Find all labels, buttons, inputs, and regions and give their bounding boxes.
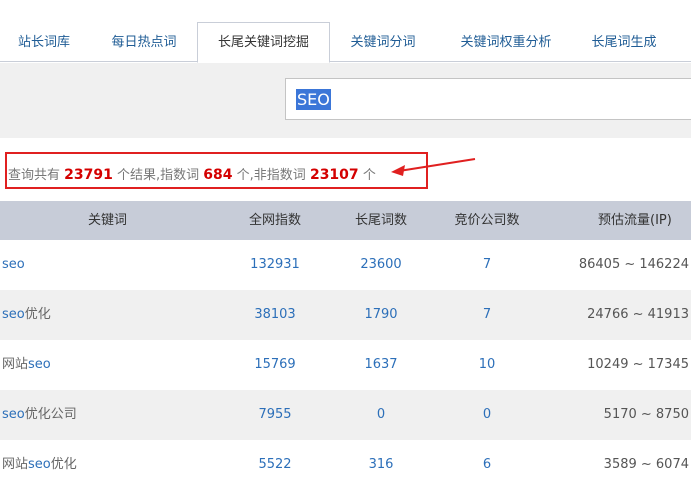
table-row: seo优化 38103 1790 7 24766 ~ 41913	[0, 290, 691, 340]
column-header-bidders[interactable]: 竞价公司数	[437, 201, 537, 240]
traffic-range: 10249 ~ 17345	[587, 357, 689, 372]
table-row: 网站seo优化 5522 316 6 3589 ~ 6074	[0, 440, 691, 482]
keyword-link[interactable]: 网站seo	[2, 340, 51, 390]
index-value[interactable]: 15769	[225, 340, 325, 390]
traffic-range: 24766 ~ 41913	[587, 307, 689, 322]
longtail-count[interactable]: 23600	[331, 240, 431, 290]
index-value[interactable]: 5522	[225, 440, 325, 482]
keyword-link[interactable]: seo优化公司	[2, 390, 77, 440]
traffic-range: 3589 ~ 6074	[603, 457, 689, 472]
column-header-traffic[interactable]: 预估流量(IP)	[598, 201, 672, 240]
table-row: seo优化公司 7955 0 0 5170 ~ 8750	[0, 390, 691, 440]
keyword-link[interactable]: seo	[2, 240, 25, 290]
traffic-range: 5170 ~ 8750	[603, 407, 689, 422]
table-header: 关键词 全网指数 长尾词数 竞价公司数 预估流量(IP)	[0, 201, 691, 240]
longtail-count[interactable]: 1637	[331, 340, 431, 390]
table-row: seo 132931 23600 7 86405 ~ 146224	[0, 240, 691, 290]
tab-keyword-weight-analysis[interactable]: 关键词权重分析	[448, 24, 564, 62]
keyword-link[interactable]: 网站seo优化	[2, 440, 77, 482]
search-input[interactable]: SEO	[285, 78, 691, 120]
bidders-count[interactable]: 7	[437, 240, 537, 290]
column-header-keyword[interactable]: 关键词	[88, 201, 127, 240]
tab-longtail-mining[interactable]: 长尾关键词挖掘	[197, 22, 330, 63]
tab-daily-hot-words[interactable]: 每日热点词	[100, 24, 188, 62]
bidders-count[interactable]: 6	[437, 440, 537, 482]
index-value[interactable]: 7955	[225, 390, 325, 440]
longtail-count[interactable]: 1790	[331, 290, 431, 340]
annotation-highlight-box	[5, 152, 428, 189]
traffic-range: 86405 ~ 146224	[578, 257, 689, 272]
index-value[interactable]: 38103	[225, 290, 325, 340]
longtail-count[interactable]: 0	[331, 390, 431, 440]
annotation-arrow-icon	[391, 158, 476, 176]
table-row: 网站seo 15769 1637 10 10249 ~ 17345	[0, 340, 691, 390]
search-input-value: SEO	[296, 89, 331, 110]
longtail-count[interactable]: 316	[331, 440, 431, 482]
column-header-index[interactable]: 全网指数	[225, 201, 325, 240]
tab-webmaster-lexicon[interactable]: 站长词库	[0, 24, 88, 62]
tab-longtail-generation[interactable]: 长尾词生成	[580, 24, 668, 62]
bidders-count[interactable]: 7	[437, 290, 537, 340]
bidders-count[interactable]: 10	[437, 340, 537, 390]
tab-keyword-segmentation[interactable]: 关键词分词	[340, 24, 426, 62]
column-header-longtail[interactable]: 长尾词数	[331, 201, 431, 240]
tab-bar: 站长词库 每日热点词 长尾关键词挖掘 关键词分词 关键词权重分析 长尾词生成	[0, 0, 691, 63]
index-value[interactable]: 132931	[225, 240, 325, 290]
bidders-count[interactable]: 0	[437, 390, 537, 440]
keyword-link[interactable]: seo优化	[2, 290, 51, 340]
